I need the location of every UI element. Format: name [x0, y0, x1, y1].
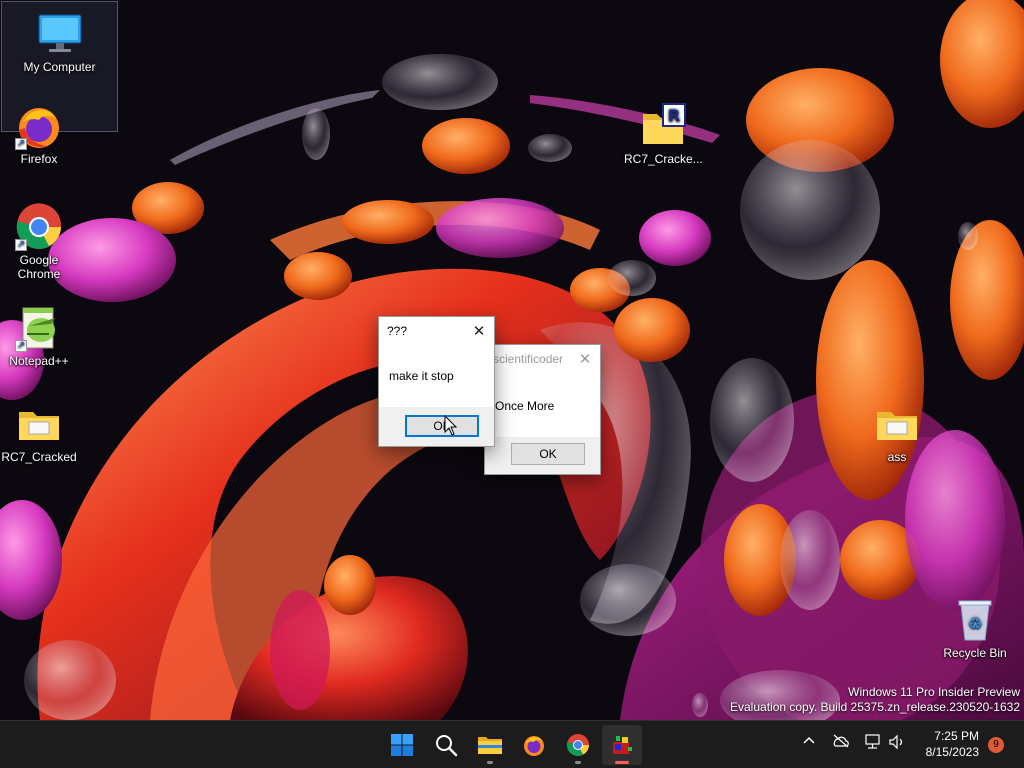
notepadpp-icon: ↗	[15, 304, 63, 352]
notification-badge[interactable]: 9	[988, 737, 1004, 753]
firefox-taskbar-button[interactable]	[514, 725, 554, 765]
desktop-icon-firefox[interactable]: ↗ Firefox	[0, 102, 78, 166]
chrome-taskbar-button[interactable]	[558, 725, 598, 765]
dialog-titlebar[interactable]: ??? ✕	[379, 317, 494, 345]
desktop-icon-recycle-bin[interactable]: ♻ Recycle Bin	[936, 596, 1014, 660]
desktop-icon-rc7-cracked-2[interactable]: R RC7_Cracke...	[624, 102, 703, 166]
desktop-icon-label: RC7_Cracke...	[624, 152, 703, 166]
file-explorer-icon	[478, 737, 502, 754]
chevron-up-icon[interactable]	[802, 734, 816, 751]
dialog-message: Once More	[495, 399, 555, 413]
shortcut-arrow-icon: ↗	[15, 239, 27, 251]
chrome-icon	[566, 734, 589, 756]
app-taskbar-button[interactable]	[602, 725, 642, 765]
start-icon	[391, 734, 413, 756]
dialog-body: make it stop	[379, 345, 494, 407]
desktop-icon-label: Notepad++	[9, 354, 69, 368]
network-icon[interactable]	[864, 734, 882, 753]
dialog-footer: OK	[379, 407, 494, 446]
dialog-body: Once More	[485, 373, 600, 437]
close-icon[interactable]: ✕	[464, 317, 494, 345]
desktop-icon-google-chrome[interactable]: ↗ Google Chrome	[0, 203, 78, 281]
dialog-title: ???	[387, 324, 408, 338]
dialog-question[interactable]: ??? ✕ make it stop OK	[378, 316, 495, 447]
watermark-line-1: Windows 11 Pro Insider Preview	[848, 685, 1020, 699]
dialog-footer: OK	[485, 437, 600, 474]
svg-text:R: R	[668, 106, 680, 125]
volume-icon[interactable]	[888, 734, 906, 753]
running-indicator	[575, 761, 581, 764]
recycle-bin-icon: ♻	[951, 596, 999, 644]
desktop-icon-label: Firefox	[20, 152, 58, 166]
start-button[interactable]	[382, 725, 422, 765]
file-explorer-button[interactable]	[470, 725, 510, 765]
shortcut-arrow-icon: ↗	[15, 138, 27, 150]
cloud-offline-icon[interactable]	[832, 734, 850, 751]
windows-watermark: Windows 11 Pro Insider Preview Evaluatio…	[730, 685, 1020, 715]
clock[interactable]: 7:25 PM 8/15/2023	[926, 728, 979, 760]
search-icon	[436, 735, 458, 757]
ok-button[interactable]: OK	[511, 443, 585, 465]
desktop-icon-label: Recycle Bin	[943, 646, 1007, 660]
running-indicator	[487, 761, 493, 764]
desktop-icon-label: ass	[887, 450, 907, 464]
desktop-icon-rc7-cracked[interactable]: RC7_Cracked	[0, 400, 78, 464]
desktop-icon-label: My Computer	[23, 60, 96, 74]
app-icon	[613, 736, 632, 754]
monitor-icon	[36, 10, 84, 58]
dialog-titlebar[interactable]: scientificoder ✕	[485, 345, 600, 373]
dialog-scientificoder[interactable]: scientificoder ✕ Once More OK	[484, 344, 601, 475]
close-icon[interactable]: ✕	[570, 345, 600, 373]
taskbar: 7:25 PM 8/15/2023 9	[0, 720, 1024, 768]
chrome-icon: ↗	[15, 203, 63, 251]
folder-icon	[873, 400, 921, 448]
ok-button[interactable]: OK	[405, 415, 479, 437]
dialog-message: make it stop	[389, 369, 454, 383]
desktop-icon-ass[interactable]: ass	[858, 400, 936, 464]
svg-text:♻: ♻	[968, 614, 982, 633]
firefox-icon	[524, 736, 544, 756]
folder-icon	[15, 400, 63, 448]
watermark-line-2: Evaluation copy. Build 25375.zn_release.…	[730, 700, 1020, 714]
active-indicator	[615, 761, 629, 764]
desktop-icon-label: RC7_Cracked	[1, 450, 77, 464]
clock-date: 8/15/2023	[925, 745, 979, 759]
clock-time: 7:25 PM	[934, 729, 979, 743]
dialog-title: scientificoder	[493, 352, 564, 366]
desktop-icon-label: Google Chrome	[17, 253, 61, 281]
mouse-cursor-icon	[444, 414, 458, 442]
firefox-icon: ↗	[15, 102, 63, 150]
shortcut-arrow-icon: ↗	[15, 340, 27, 352]
desktop-icon-notepadpp[interactable]: ↗ Notepad++	[0, 304, 78, 368]
search-button[interactable]	[426, 725, 466, 765]
folder-r-icon: R	[639, 102, 687, 150]
